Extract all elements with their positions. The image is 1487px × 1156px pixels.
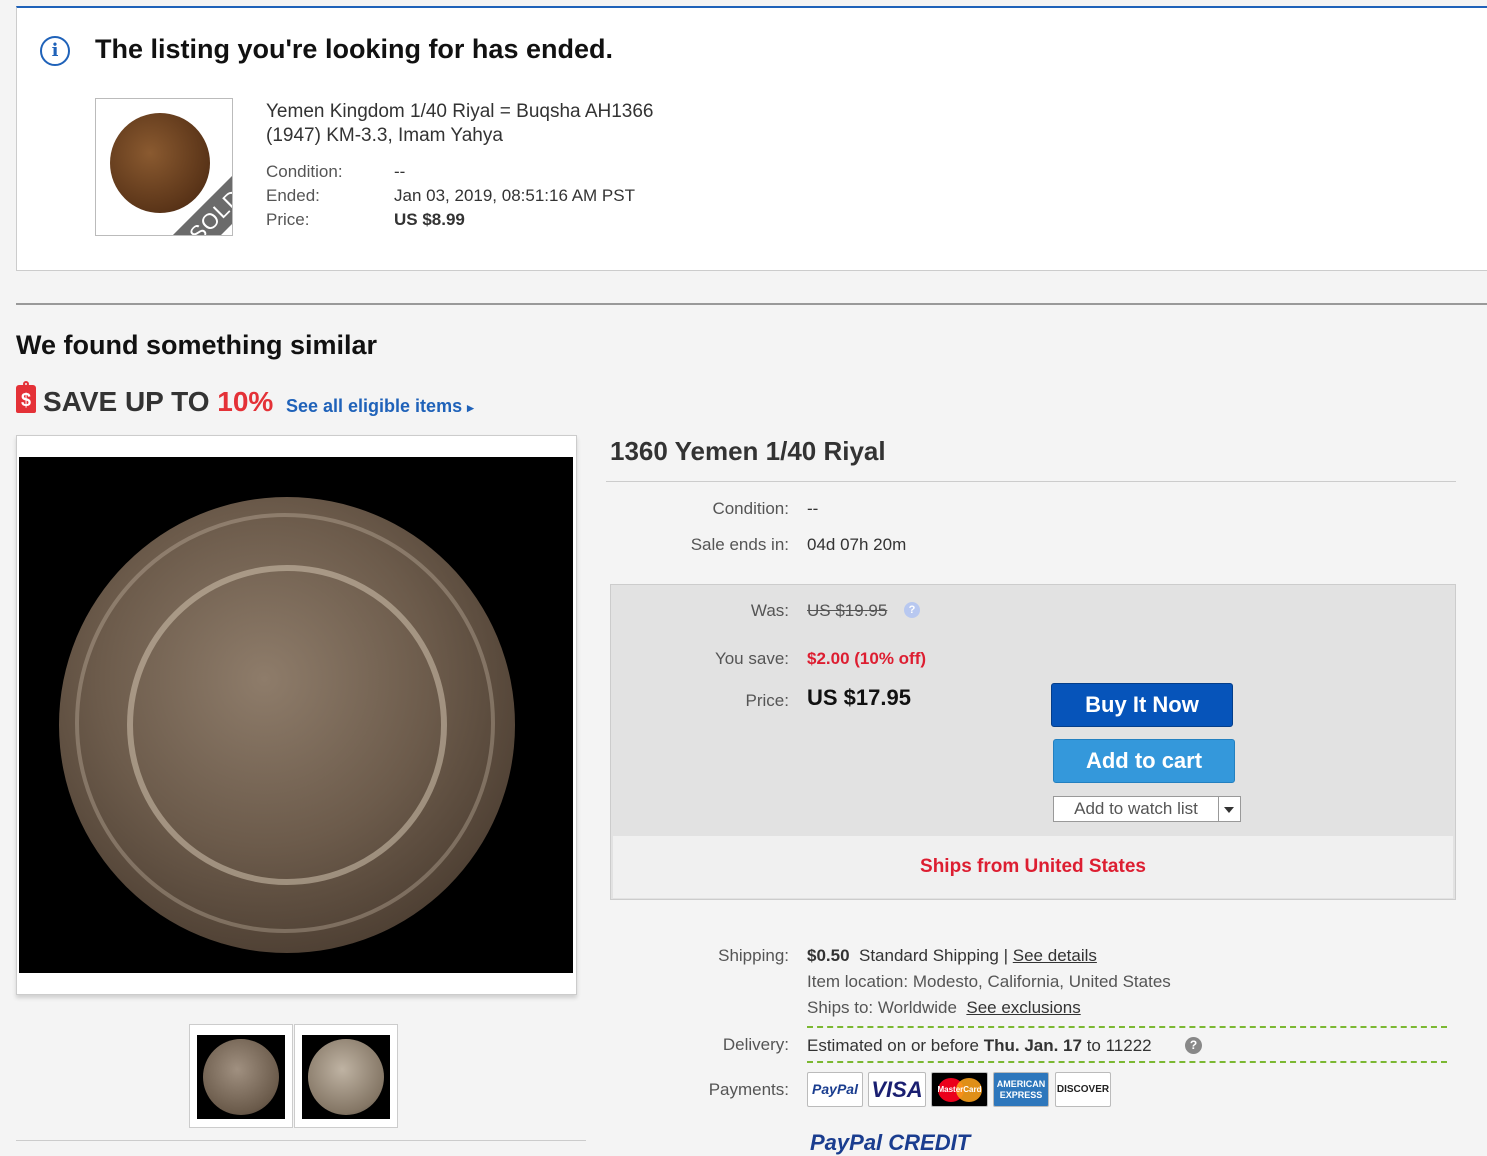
ships-to-text: Ships to: Worldwide (807, 998, 957, 1017)
item-title[interactable]: 1360 Yemen 1/40 Riyal (610, 436, 886, 467)
ended-date-value: Jan 03, 2019, 08:51:16 AM PST (394, 186, 635, 205)
similar-heading: We found something similar (16, 330, 378, 360)
condition-label: Condition: (712, 499, 789, 518)
price-label: Price: (745, 691, 789, 710)
ended-condition-label: Condition: (266, 162, 343, 181)
delivery-estimate: Estimated on or before Thu. Jan. 17 to 1… (807, 1036, 1152, 1056)
add-to-watch-list-button[interactable]: Add to watch list (1053, 796, 1241, 822)
chevron-down-icon[interactable] (1224, 807, 1234, 813)
add-to-cart-button[interactable]: Add to cart (1053, 739, 1235, 783)
condition-value: -- (807, 499, 819, 518)
paypal-logo: PayPal (807, 1072, 863, 1107)
title-divider (606, 481, 1456, 482)
ended-date-label: Ended: (266, 186, 320, 205)
shipping-method: Standard Shipping | (859, 946, 1009, 965)
ended-title: The listing you're looking for has ended… (95, 34, 613, 64)
coin-image (59, 497, 515, 953)
shipping-label: Shipping: (718, 946, 789, 965)
main-item-image[interactable] (19, 457, 573, 973)
ships-from-text: Ships from United States (920, 856, 1146, 877)
ships-to: Ships to: Worldwide See exclusions (807, 998, 1081, 1018)
info-icon: i (40, 36, 70, 66)
save-banner: SAVE UP TO 10% (43, 386, 273, 418)
ended-price-value: US $8.99 (394, 210, 465, 229)
ended-item-thumbnail[interactable]: SOLD (95, 98, 233, 236)
you-save-label: You save: (714, 649, 789, 668)
dashed-divider (807, 1061, 1447, 1063)
sale-ends-value: 04d 07h 20m (807, 535, 907, 554)
coin-image (110, 113, 210, 213)
ended-item-title[interactable]: Yemen Kingdom 1/40 Riyal = Buqsha AH1366… (266, 100, 706, 148)
visa-logo: VISA (868, 1072, 926, 1107)
discover-logo: DISCOVER (1055, 1072, 1111, 1107)
you-save-value: $2.00 (10% off) (807, 649, 927, 668)
divider (16, 1140, 586, 1141)
watch-list-label: Add to watch list (1054, 797, 1219, 821)
delivery-help-icon[interactable]: ? (1185, 1037, 1202, 1054)
see-details-link[interactable]: See details (1013, 946, 1097, 965)
coin-outer-ring (75, 513, 495, 933)
item-location: Item location: Modesto, California, Unit… (807, 972, 1171, 991)
dashed-divider (807, 1026, 1447, 1028)
price-tag-icon: $ (16, 381, 36, 413)
shipping-info: $0.50 Standard Shipping | See details (807, 946, 1097, 966)
buy-it-now-button[interactable]: Buy It Now (1051, 683, 1233, 727)
see-exclusions-link[interactable]: See exclusions (966, 998, 1080, 1017)
mastercard-logo: MasterCard (931, 1072, 988, 1107)
thumbnail-1[interactable] (189, 1024, 293, 1128)
save-prefix: SAVE UP TO (43, 386, 218, 417)
arrow-right-icon: ▸ (467, 400, 474, 415)
ended-price-label: Price: (266, 210, 310, 229)
help-icon[interactable]: ? (904, 602, 920, 618)
coin-thumb-image (203, 1039, 279, 1115)
delivery-label: Delivery: (722, 1035, 789, 1054)
sale-ends-label: Sale ends in: (690, 535, 789, 554)
see-all-eligible-link[interactable]: See all eligible items ▸ (286, 396, 474, 417)
price-value: US $17.95 (807, 685, 911, 710)
coin-thumb-image (308, 1039, 384, 1115)
delivery-suffix: to 11222 (1081, 1036, 1152, 1055)
delivery-date: Thu. Jan. 17 (983, 1036, 1082, 1055)
amex-logo: AMERICAN EXPRESS (993, 1072, 1049, 1107)
save-percent: 10% (217, 386, 274, 417)
was-value: US $19.95 (807, 601, 888, 620)
ended-condition-value: -- (394, 162, 406, 181)
thumbnail-2[interactable] (294, 1024, 398, 1128)
delivery-prefix: Estimated on or before (807, 1036, 984, 1055)
payments-label: Payments: (708, 1080, 789, 1099)
section-divider (16, 303, 1487, 305)
was-label: Was: (750, 601, 789, 620)
shipping-cost: $0.50 (807, 946, 850, 965)
paypal-credit-logo: PayPal CREDIT (810, 1130, 971, 1155)
see-all-label: See all eligible items (286, 396, 463, 416)
